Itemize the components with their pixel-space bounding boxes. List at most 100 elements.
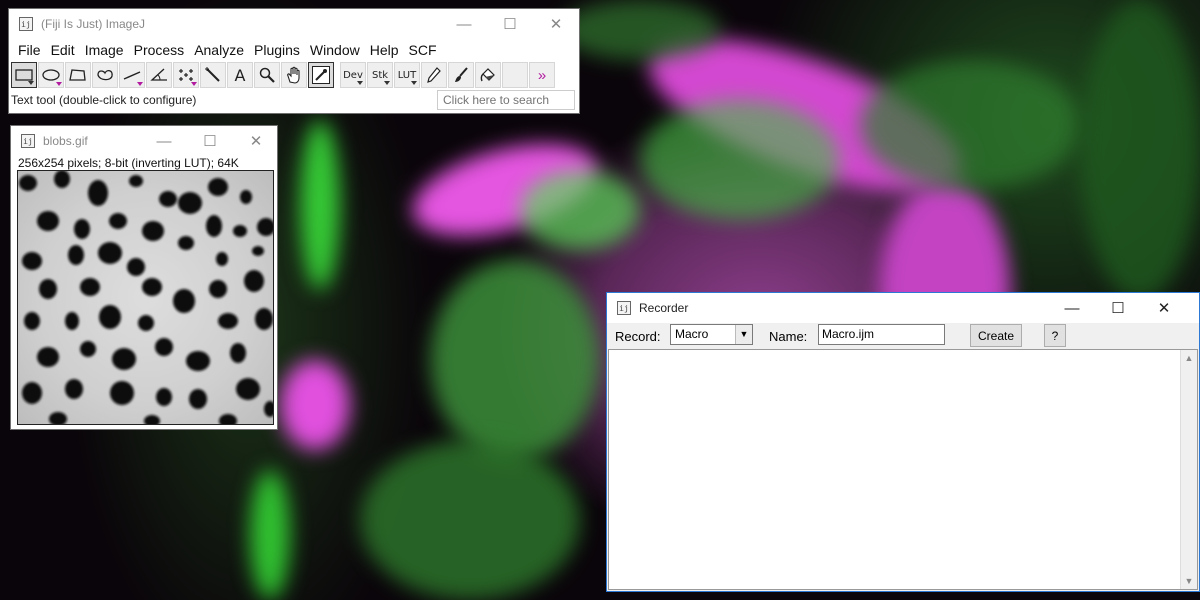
menu-plugins[interactable]: Plugins <box>249 42 305 58</box>
text-tool-button[interactable]: A <box>227 62 253 88</box>
freehand-tool-button[interactable] <box>92 62 118 88</box>
help-button[interactable]: ? <box>1044 324 1066 347</box>
dev-menu-button[interactable]: Dev <box>340 62 366 88</box>
imagej-titlebar[interactable]: ij (Fiji Is Just) ImageJ — ☐ ✕ <box>9 9 579 39</box>
color-picker-tool-button[interactable] <box>308 62 334 88</box>
fiji-app-icon: ij <box>21 134 35 148</box>
menu-window[interactable]: Window <box>305 42 365 58</box>
imagej-main-window: ij (Fiji Is Just) ImageJ — ☐ ✕ File Edit… <box>8 8 580 114</box>
wallpaper-blob <box>300 120 340 290</box>
flood-fill-tool-button[interactable] <box>475 62 501 88</box>
menu-file[interactable]: File <box>13 42 46 58</box>
dropdown-indicator-icon <box>28 81 34 85</box>
more-tools-button[interactable]: » <box>529 62 555 88</box>
multipoint-icon <box>179 69 193 81</box>
oval-icon <box>42 69 60 81</box>
oval-tool-button[interactable] <box>38 62 64 88</box>
name-label: Name: <box>769 329 808 344</box>
hand-icon <box>287 66 300 84</box>
dropdown-indicator-icon <box>384 81 390 85</box>
blobs-titlebar[interactable]: ij blobs.gif — ☐ ✕ <box>11 126 277 156</box>
polygon-icon <box>69 69 86 81</box>
dropdown-indicator-icon <box>56 82 62 86</box>
wallpaper-blob <box>560 0 720 60</box>
menu-image[interactable]: Image <box>80 42 129 58</box>
wallpaper-blob <box>1080 0 1200 300</box>
line-icon <box>123 71 141 80</box>
menu-edit[interactable]: Edit <box>46 42 80 58</box>
recorder-titlebar[interactable]: ij Recorder — ☐ ✕ <box>607 293 1199 323</box>
pencil-tool-button[interactable] <box>421 62 447 88</box>
minimize-button[interactable]: — <box>1049 293 1095 323</box>
wallpaper-blob <box>250 470 290 600</box>
recorder-title: Recorder <box>639 301 689 315</box>
point-tool-button[interactable] <box>173 62 199 88</box>
blobs-image-canvas[interactable] <box>17 170 274 425</box>
imagej-title: (Fiji Is Just) ImageJ <box>41 17 146 31</box>
menu-help[interactable]: Help <box>365 42 404 58</box>
double-chevron-right-icon: » <box>537 66 547 84</box>
scroll-up-icon[interactable]: ▲ <box>1181 350 1197 366</box>
wallpaper-blob <box>520 170 640 250</box>
menu-analyze[interactable]: Analyze <box>189 42 249 58</box>
create-button[interactable]: Create <box>970 324 1022 347</box>
scroll-tool-button[interactable] <box>281 62 307 88</box>
dropdown-indicator-icon <box>411 81 417 85</box>
wand-icon <box>205 67 220 82</box>
minimize-button[interactable]: — <box>141 126 187 156</box>
zoom-tool-button[interactable] <box>254 62 280 88</box>
lut-menu-button[interactable]: LUT <box>394 62 420 88</box>
rectangle-tool-button[interactable] <box>11 62 37 88</box>
paint-bucket-icon <box>480 68 495 82</box>
blobs-image-window: ij blobs.gif — ☐ ✕ 256x254 pixels; 8-bit… <box>10 125 278 430</box>
eyedropper-icon <box>312 66 330 84</box>
angle-tool-button[interactable] <box>146 62 172 88</box>
record-label: Record: <box>615 329 661 344</box>
dev-label: Dev <box>343 69 363 81</box>
brush-tool-button[interactable] <box>448 62 474 88</box>
close-button[interactable]: ✕ <box>533 9 579 39</box>
polygon-tool-button[interactable] <box>65 62 91 88</box>
macro-name-field[interactable]: Macro.ijm <box>818 324 945 345</box>
text-tool-icon: A <box>234 65 246 85</box>
fiji-app-icon: ij <box>19 17 33 31</box>
maximize-button[interactable]: ☐ <box>1095 293 1141 323</box>
dropdown-indicator-icon <box>137 82 143 86</box>
empty-tool-slot <box>502 62 528 88</box>
close-button[interactable]: ✕ <box>1141 293 1187 323</box>
fiji-app-icon: ij <box>617 301 631 315</box>
tool-bar: A Dev Stk LUT » <box>9 61 579 89</box>
vertical-scrollbar[interactable]: ▲ ▼ <box>1180 350 1197 589</box>
scroll-down-icon[interactable]: ▼ <box>1181 573 1197 589</box>
freehand-icon <box>97 69 113 81</box>
recorder-window: ij Recorder — ☐ ✕ Record: Macro ▼ Name: … <box>606 292 1200 592</box>
stk-menu-button[interactable]: Stk <box>367 62 393 88</box>
maximize-button[interactable]: ☐ <box>487 9 533 39</box>
wallpaper-blob <box>860 60 1080 190</box>
status-row: Text tool (double-click to configure) <box>9 89 579 111</box>
macro-text-area[interactable]: ▲ ▼ <box>608 349 1198 590</box>
minimize-button[interactable]: — <box>441 9 487 39</box>
wallpaper-blob <box>430 260 600 460</box>
paintbrush-icon <box>455 67 468 82</box>
wallpaper-blob <box>640 100 840 220</box>
recorder-controls: Record: Macro ▼ Name: Macro.ijm Create ? <box>607 323 1199 349</box>
dropdown-indicator-icon <box>357 81 363 85</box>
magnifier-icon <box>259 67 275 83</box>
maximize-button[interactable]: ☐ <box>187 126 233 156</box>
help-button-label: ? <box>1051 328 1059 343</box>
wallpaper-blob <box>280 360 350 450</box>
search-input[interactable] <box>437 90 575 110</box>
record-mode-select[interactable]: Macro ▼ <box>670 324 753 345</box>
rectangle-icon <box>15 69 33 81</box>
menu-process[interactable]: Process <box>129 42 190 58</box>
angle-icon <box>150 68 167 81</box>
menu-scf[interactable]: SCF <box>404 42 442 58</box>
create-button-label: Create <box>977 328 1015 343</box>
line-tool-button[interactable] <box>119 62 145 88</box>
wand-tool-button[interactable] <box>200 62 226 88</box>
blobs-image <box>19 171 273 424</box>
close-button[interactable]: ✕ <box>233 126 279 156</box>
stk-label: Stk <box>371 69 389 81</box>
wallpaper-blob <box>360 440 580 600</box>
